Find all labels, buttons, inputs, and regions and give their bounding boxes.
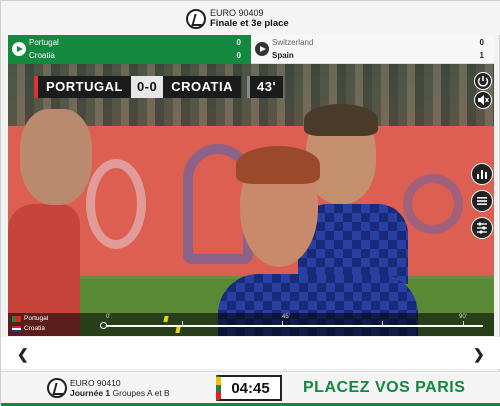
football-logo-icon bbox=[47, 378, 67, 398]
timeline-marker: 45' bbox=[282, 314, 290, 320]
yellow-card-icon[interactable] bbox=[175, 327, 181, 333]
away-team: Spain bbox=[272, 51, 294, 60]
home-team: Portugal bbox=[29, 38, 59, 47]
place-bets-button[interactable]: PLACEZ VOS PARIS bbox=[303, 379, 465, 397]
scorebug-home: PORTUGAL bbox=[38, 76, 131, 98]
yellow-card-icon[interactable] bbox=[163, 316, 169, 322]
player-head bbox=[20, 109, 92, 205]
timeline-playhead[interactable] bbox=[100, 322, 107, 329]
football-logo-icon bbox=[186, 9, 206, 29]
scorebug-score: 0-0 bbox=[130, 76, 164, 98]
scorebug: PORTUGAL 0-0 CROATIA 43' bbox=[34, 76, 284, 98]
event-code: EURO 90409 bbox=[210, 8, 264, 18]
match-card-switzerland-spain[interactable]: Switzerland 0 Spain 1 bbox=[251, 35, 494, 64]
croatia-flag-icon bbox=[12, 326, 21, 332]
round-label: Journée 1 bbox=[70, 388, 111, 398]
timeline-team2: Croatia bbox=[24, 325, 45, 332]
timeline-marker: 90' bbox=[459, 314, 467, 320]
chevron-left-icon[interactable]: ❮ bbox=[17, 346, 29, 363]
event-header: EURO 90409 Finale et 3e place bbox=[1, 1, 500, 35]
match-video[interactable]: PORTUGAL 0-0 CROATIA 43' bbox=[8, 64, 494, 336]
stats-icon[interactable] bbox=[471, 163, 493, 185]
countdown-value: 04:45 bbox=[231, 380, 270, 397]
chevron-right-icon[interactable]: ❯ bbox=[473, 346, 485, 363]
timeline-track[interactable] bbox=[103, 325, 483, 327]
player-hair bbox=[236, 146, 320, 184]
countdown-timer: 04:45 bbox=[216, 375, 282, 401]
next-event-code: EURO 90410 bbox=[70, 378, 121, 388]
match-selector: Portugal 0 Croatia 0 Switzerland 0 Spain… bbox=[8, 35, 494, 64]
match-timeline[interactable]: Portugal Croatia 0' 45' 90' bbox=[8, 313, 494, 336]
power-icon[interactable] bbox=[474, 72, 492, 90]
next-event-round: Journée 1 Groupes A et B bbox=[70, 388, 170, 398]
groups-label: Groupes A et B bbox=[112, 388, 170, 398]
away-score: 0 bbox=[236, 51, 241, 60]
event-stage: Finale et 3e place bbox=[210, 18, 289, 29]
scorebug-away: CROATIA bbox=[163, 76, 242, 98]
player-hair bbox=[304, 104, 378, 136]
lineup-icon[interactable] bbox=[471, 217, 493, 239]
timeline-team1: Portugal bbox=[24, 315, 49, 322]
next-event-banner[interactable]: EURO 90410 Journée 1 Groupes A et B 04:4… bbox=[1, 371, 500, 406]
play-icon[interactable] bbox=[12, 42, 26, 56]
portugal-flag-icon bbox=[12, 316, 21, 322]
home-score: 0 bbox=[479, 38, 484, 47]
match-nav: ❮ ❯ bbox=[1, 337, 500, 369]
away-team: Croatia bbox=[29, 51, 55, 60]
ad-logo bbox=[403, 174, 463, 234]
home-score: 0 bbox=[236, 38, 241, 47]
away-score: 1 bbox=[479, 51, 484, 60]
scorebug-time: 43' bbox=[247, 76, 284, 98]
home-team: Switzerland bbox=[272, 38, 314, 47]
mute-icon[interactable] bbox=[474, 91, 492, 109]
app-frame: EURO 90409 Finale et 3e place Portugal 0… bbox=[0, 0, 500, 406]
match-card-portugal-croatia[interactable]: Portugal 0 Croatia 0 bbox=[8, 35, 251, 64]
play-icon[interactable] bbox=[255, 42, 269, 56]
list-icon[interactable] bbox=[471, 190, 493, 212]
ad-logo bbox=[86, 159, 146, 249]
timeline-marker: 0' bbox=[106, 314, 111, 320]
